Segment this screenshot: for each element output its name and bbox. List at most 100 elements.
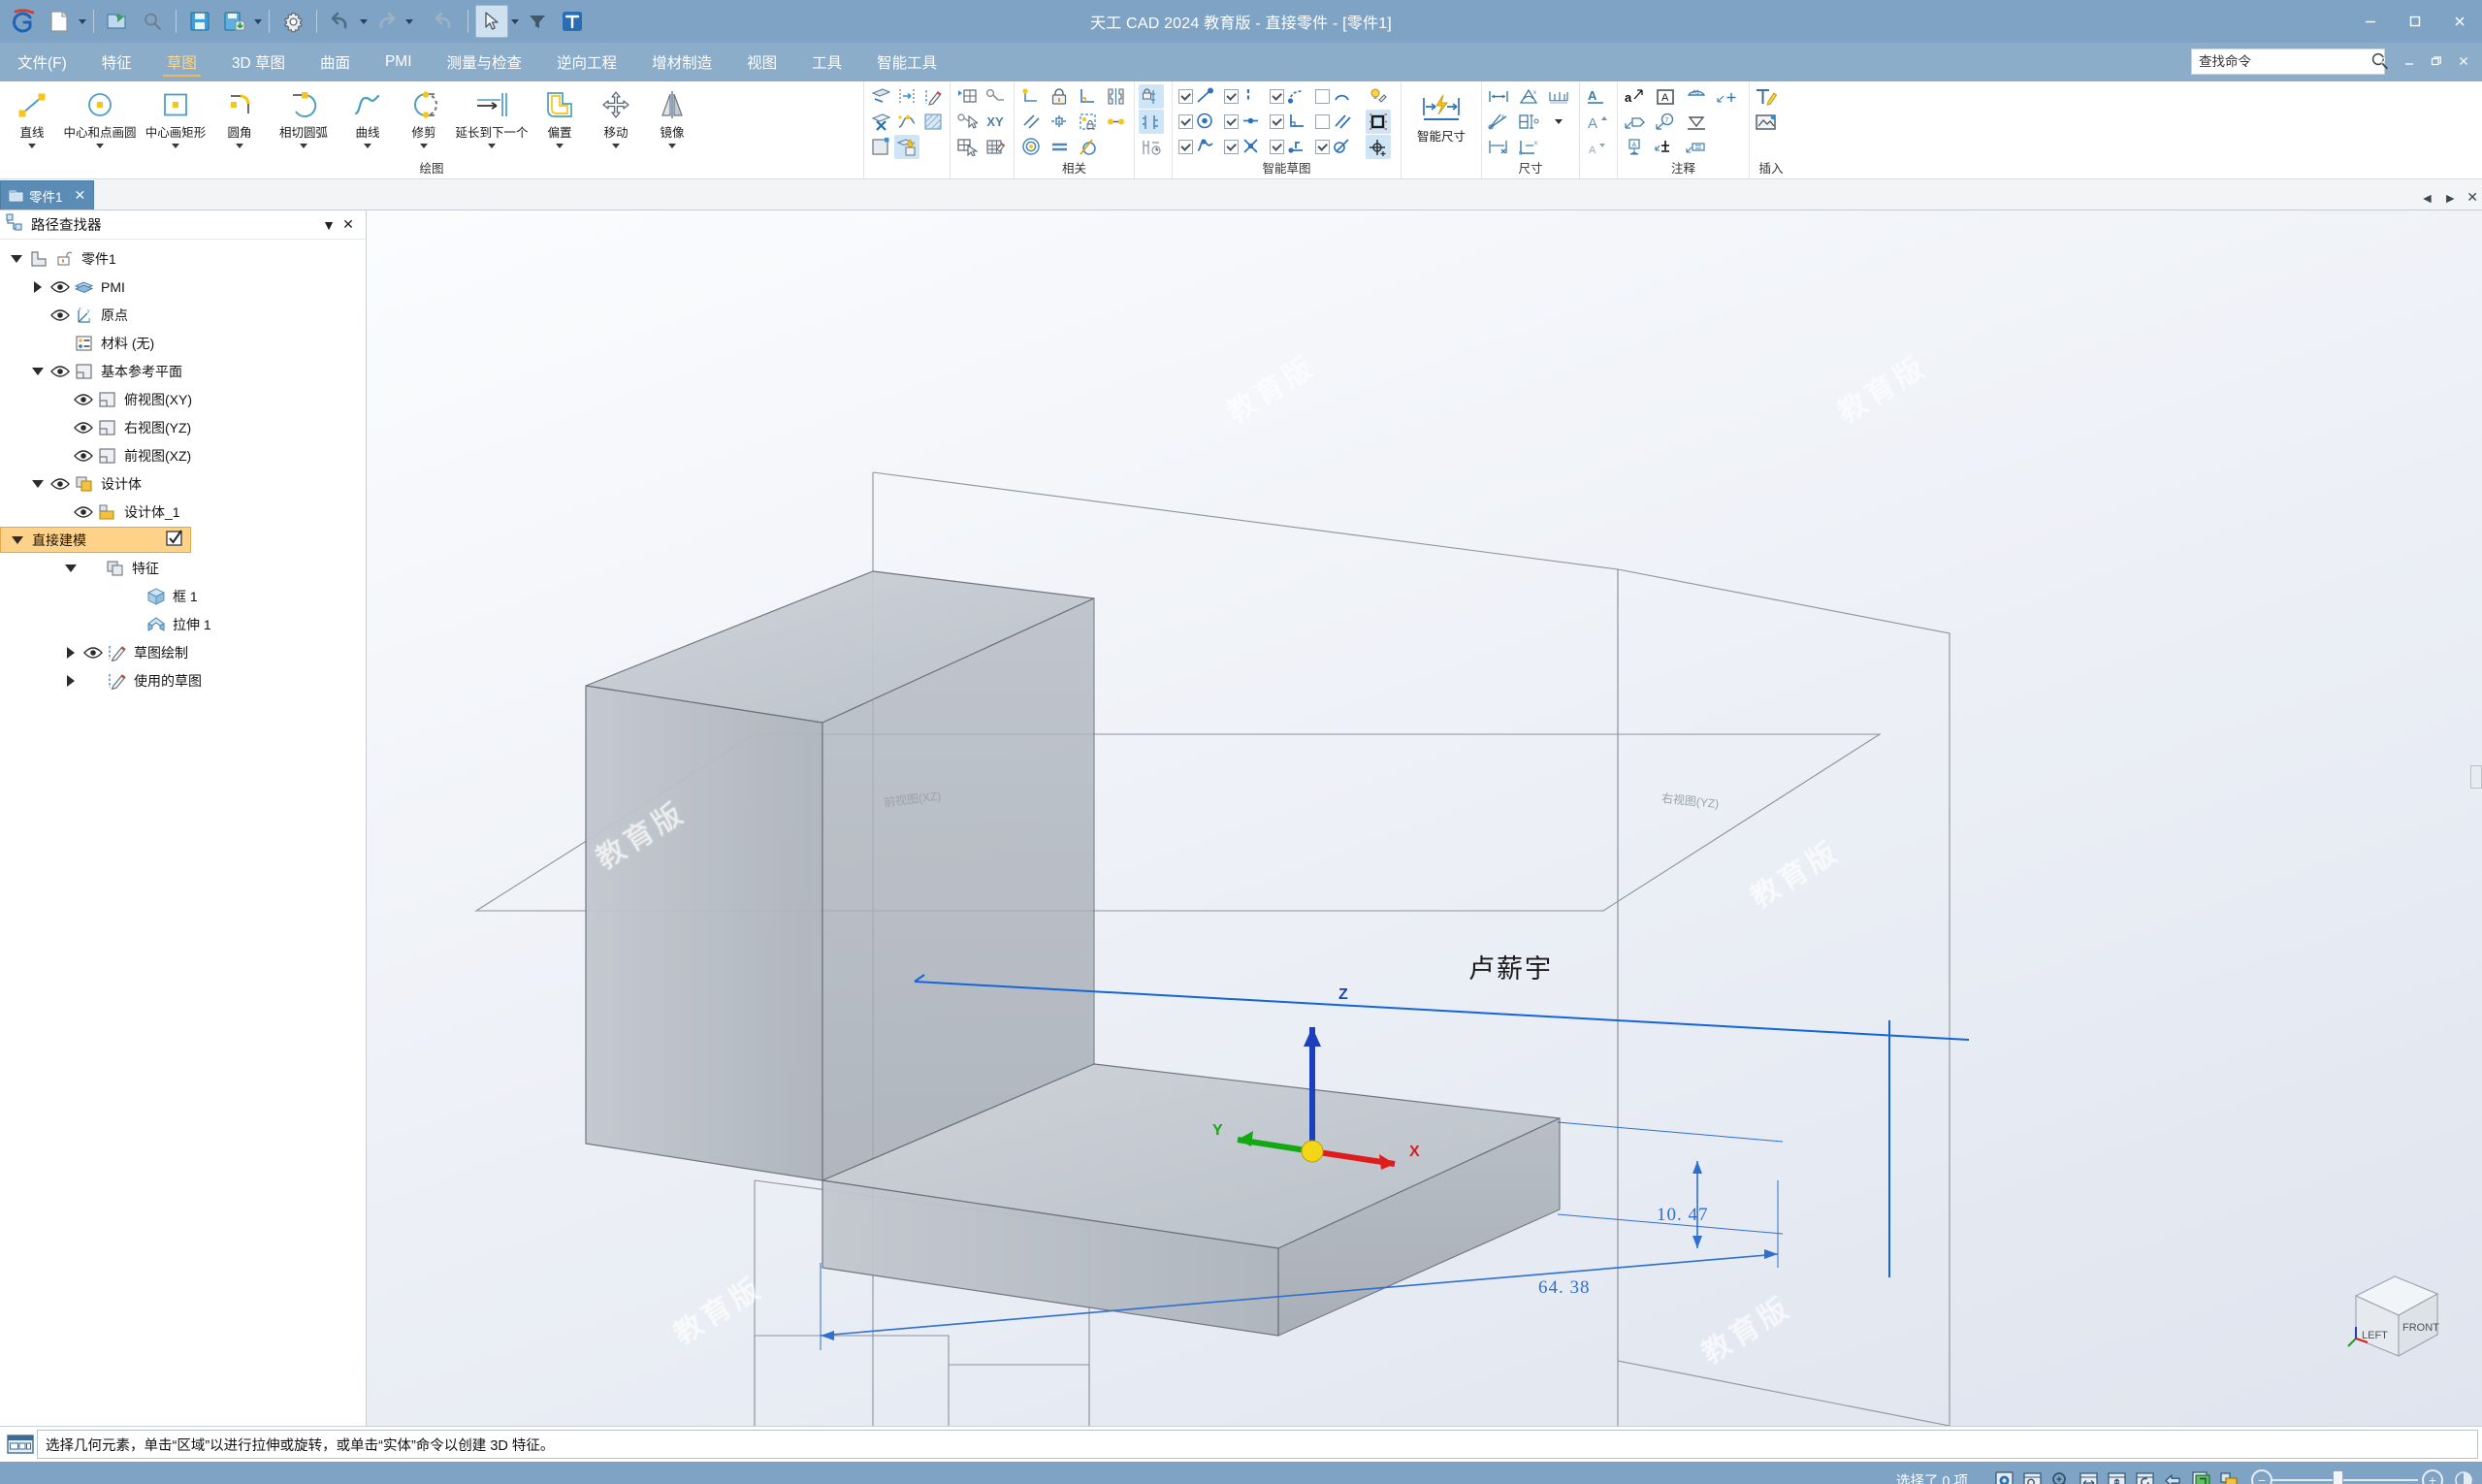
- menu-item-measure-inspect[interactable]: 测量与检查: [430, 43, 540, 81]
- leader-text-icon[interactable]: a: [1622, 84, 1647, 109]
- hatch-icon[interactable]: [920, 110, 946, 134]
- tool-extend-to-next[interactable]: 延长到下一个: [452, 84, 532, 148]
- zoom-thumb[interactable]: [2333, 1470, 2343, 1484]
- smart-angle-toggle[interactable]: [1313, 135, 1358, 159]
- smart-tangent-point-toggle[interactable]: [1268, 84, 1312, 109]
- expand-collapse-icon[interactable]: [7, 535, 28, 544]
- checkbox[interactable]: [1178, 89, 1193, 104]
- look-at-icon[interactable]: [2160, 1468, 2185, 1484]
- checkbox[interactable]: [1224, 89, 1239, 104]
- panel-menu-button[interactable]: ▼: [319, 215, 338, 235]
- visibility-icon[interactable]: [72, 449, 95, 463]
- smart-parallel-line-toggle[interactable]: [1313, 110, 1358, 134]
- rigid-set-icon[interactable]: [1075, 110, 1100, 134]
- expand-collapse-icon[interactable]: [27, 367, 48, 375]
- tool-mirror[interactable]: 镜像: [644, 84, 700, 148]
- undo-icon[interactable]: [324, 5, 357, 38]
- text-size-up-icon[interactable]: A: [1584, 110, 1609, 134]
- angular-dimension-icon[interactable]: x: [1516, 84, 1541, 109]
- save-icon[interactable]: [183, 5, 216, 38]
- tree-item-design-body-group[interactable]: 设计体: [0, 469, 366, 498]
- weld-symbol-icon[interactable]: [1684, 110, 1709, 134]
- menu-item-additive-manufacturing[interactable]: 增材制造: [634, 43, 729, 81]
- tool-line[interactable]: 直线: [4, 84, 60, 148]
- menu-item-sketch[interactable]: 草图: [149, 43, 214, 81]
- zoom-in-button[interactable]: +: [2422, 1469, 2443, 1484]
- delete-plane-icon[interactable]: [868, 110, 893, 134]
- save-as-icon[interactable]: [218, 5, 251, 38]
- connect-icon[interactable]: [1018, 84, 1044, 109]
- smart-point-on-element-toggle[interactable]: [1268, 135, 1312, 159]
- grid-edit-icon[interactable]: [983, 135, 1008, 159]
- tool-move[interactable]: 移动: [588, 84, 644, 148]
- 3d-viewport[interactable]: Z X Y 前视图(XZ) 右视图(YZ) 卢薪宇 10. 47 64. 38 …: [367, 210, 2482, 1426]
- zoom-track[interactable]: [2272, 1470, 2418, 1484]
- tool-rectangle-center[interactable]: 中心画矩形: [140, 84, 211, 148]
- smart-vertical-toggle[interactable]: [1222, 84, 1267, 109]
- smart-midpoint-toggle[interactable]: [1222, 110, 1267, 134]
- text-tool-icon[interactable]: [556, 5, 589, 38]
- relation-handles-icon[interactable]: [1139, 110, 1164, 134]
- filter-icon[interactable]: [521, 5, 554, 38]
- tree-item-top-plane[interactable]: 俯视图(XY): [0, 385, 366, 413]
- smart-endpoint-toggle[interactable]: [1177, 84, 1221, 109]
- rotate-icon[interactable]: [2132, 1468, 2157, 1484]
- grid-select-icon[interactable]: [954, 135, 980, 159]
- text-style-icon[interactable]: A: [1584, 84, 1609, 109]
- visibility-icon[interactable]: [48, 308, 72, 322]
- relation-assistant-icon[interactable]: [1139, 135, 1164, 159]
- tool-trim[interactable]: 修剪: [396, 84, 452, 148]
- checkbox[interactable]: [1178, 114, 1193, 129]
- shaded-view-icon[interactable]: [1991, 1468, 2016, 1484]
- collinear-icon[interactable]: [1103, 110, 1128, 134]
- document-tab-part1[interactable]: 零件1 ✕: [0, 180, 95, 210]
- text-box-icon[interactable]: A: [1653, 84, 1678, 109]
- quick-sketch-icon[interactable]: [894, 135, 919, 159]
- select-dropdown-icon[interactable]: [511, 18, 519, 24]
- redo-dropdown-icon[interactable]: [405, 18, 413, 24]
- alignment-indicator-icon[interactable]: [1366, 110, 1391, 134]
- tool-smart-dimension[interactable]: 智能尺寸: [1405, 84, 1477, 145]
- visibility-icon[interactable]: [72, 421, 95, 435]
- display-style-icon[interactable]: [2188, 1468, 2213, 1484]
- undo-dropdown-icon[interactable]: [360, 18, 368, 24]
- maintain-relation-icon[interactable]: [1139, 84, 1164, 109]
- surface-finish-icon[interactable]: A1: [1684, 84, 1709, 109]
- pan-icon[interactable]: [2104, 1468, 2129, 1484]
- chevron-down-icon[interactable]: [236, 144, 243, 148]
- region-icon[interactable]: [868, 135, 893, 159]
- symmetry-axis-icon[interactable]: [1103, 84, 1128, 109]
- visibility-icon[interactable]: [72, 393, 95, 406]
- ribbon-minimize-button[interactable]: [2397, 48, 2422, 74]
- plane-icon[interactable]: [868, 84, 893, 109]
- tree-item-sketch-draw[interactable]: 草图绘制: [0, 638, 366, 666]
- smart-center-toggle[interactable]: [1177, 110, 1221, 134]
- redo-icon[interactable]: [370, 5, 403, 38]
- checkbox[interactable]: [1224, 140, 1239, 154]
- ribbon-restore-button[interactable]: [2424, 48, 2449, 74]
- expand-collapse-icon[interactable]: [60, 674, 81, 687]
- select-cursor-icon[interactable]: [475, 5, 508, 38]
- menu-item-surface[interactable]: 曲面: [303, 43, 368, 81]
- close-button[interactable]: [2437, 0, 2482, 43]
- tree-item-box-1[interactable]: 框 1: [0, 582, 366, 610]
- angle-between-icon[interactable]: x: [1486, 110, 1511, 134]
- tree-item-front-plane[interactable]: 前视图(XZ): [0, 441, 366, 469]
- menu-item-tools[interactable]: 工具: [794, 43, 859, 81]
- close-icon[interactable]: ✕: [75, 187, 86, 204]
- tree-item-features[interactable]: 特征: [0, 554, 366, 582]
- menu-item-pmi[interactable]: PMI: [368, 43, 430, 81]
- pick-point-icon[interactable]: [954, 110, 980, 134]
- tool-offset[interactable]: 偏置: [532, 84, 588, 148]
- zoom-icon[interactable]: [2047, 1468, 2073, 1484]
- layers-icon[interactable]: [2216, 1468, 2241, 1484]
- fullscreen-icon[interactable]: [2451, 1468, 2476, 1484]
- chevron-down-icon[interactable]: [364, 144, 371, 148]
- datum-icon[interactable]: [1684, 135, 1709, 159]
- tolerance-icon[interactable]: [1653, 135, 1678, 159]
- perpendicular-icon[interactable]: [1075, 84, 1100, 109]
- panel-close-button[interactable]: ✕: [338, 215, 358, 235]
- key-point-icon[interactable]: [983, 84, 1008, 109]
- tree-item-pmi[interactable]: PMI: [0, 273, 366, 301]
- lock-icon[interactable]: [1047, 84, 1072, 109]
